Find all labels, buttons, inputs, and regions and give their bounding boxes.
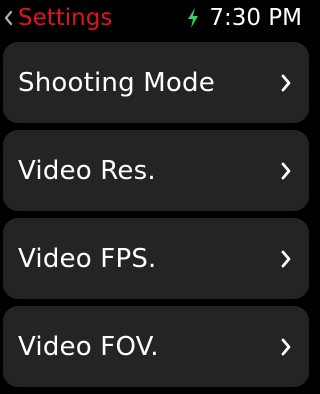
- status-right: 7:30 PM: [185, 3, 302, 33]
- back-button[interactable]: Settings: [2, 3, 112, 33]
- menu-item-label: Video Res.: [18, 155, 156, 186]
- chevron-right-icon: [279, 248, 293, 270]
- chevron-right-icon: [279, 336, 293, 358]
- menu-item-label: Video FPS.: [18, 243, 157, 274]
- menu-item-shooting-mode[interactable]: Shooting Mode: [3, 42, 309, 123]
- status-time: 7:30 PM: [209, 5, 302, 31]
- menu-item-video-fps[interactable]: Video FPS.: [3, 218, 309, 299]
- settings-menu-list: Shooting Mode Video Res. Video FPS. Vide…: [3, 42, 309, 394]
- chevron-right-icon: [279, 72, 293, 94]
- bolt-icon: [185, 6, 201, 30]
- menu-item-label: Shooting Mode: [18, 67, 215, 98]
- menu-item-label: Video FOV.: [18, 331, 159, 362]
- chevron-right-icon: [279, 160, 293, 182]
- back-label: Settings: [18, 5, 113, 31]
- status-bar: Settings 7:30 PM: [0, 0, 312, 38]
- chevron-left-icon: [2, 9, 14, 27]
- menu-item-video-res[interactable]: Video Res.: [3, 130, 309, 211]
- menu-item-video-fov[interactable]: Video FOV.: [3, 306, 309, 387]
